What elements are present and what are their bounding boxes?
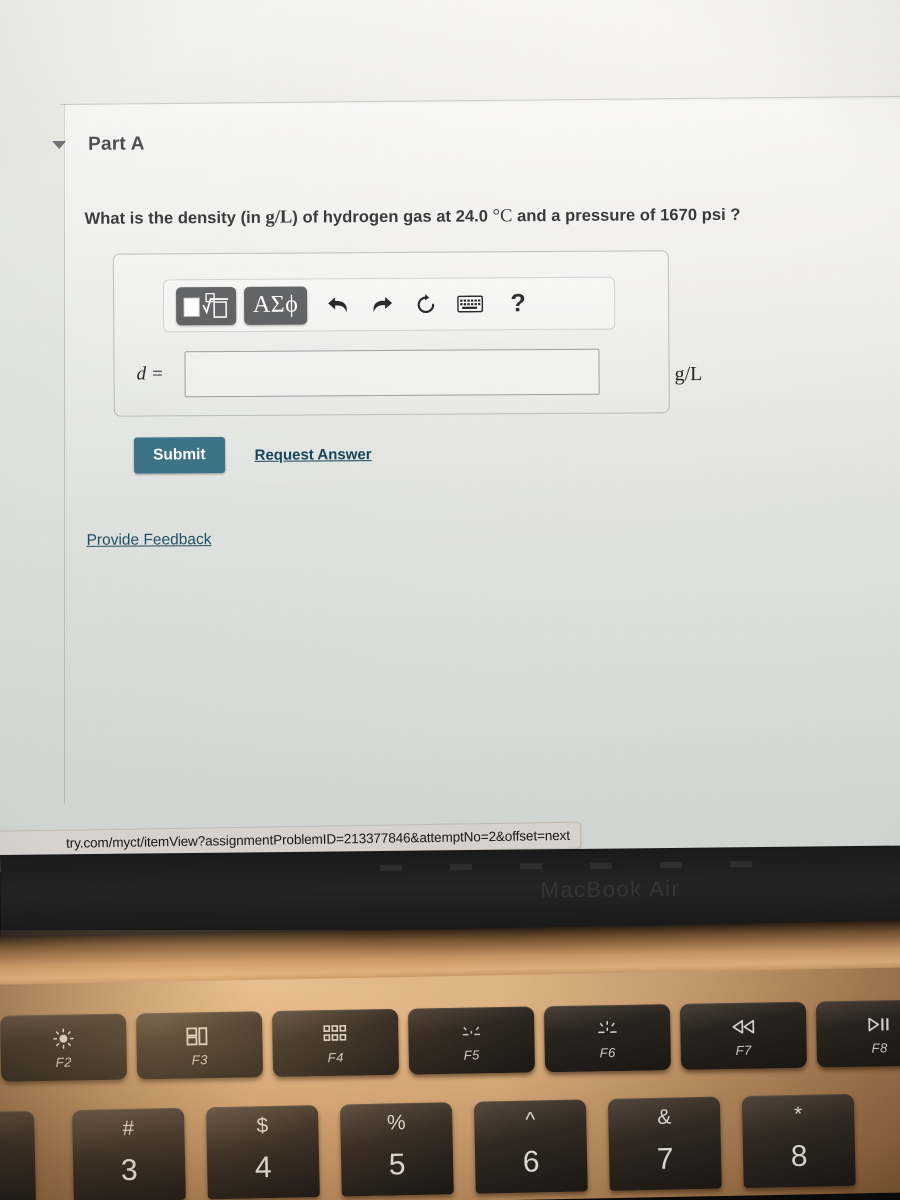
key-symbol: & <box>657 1105 672 1129</box>
key-6[interactable]: ^ 6 <box>473 1099 588 1194</box>
answer-input-row: d = <box>136 347 651 398</box>
question-text-mid: ) of hydrogen gas at 24.0 <box>292 207 493 227</box>
action-row: Submit Request Answer <box>133 436 372 474</box>
key-symbol: % <box>386 1111 406 1135</box>
answer-panel: ΑΣϕ ? d = g/L <box>112 250 702 417</box>
number-key-row: @ 2 # 3 $ 4 % 5 ^ 6 & 7 * 8 <box>0 1092 900 1200</box>
key-label: F2 <box>55 1054 73 1070</box>
laptop-screen: Part A What is the density (in g/L) of h… <box>0 0 900 872</box>
status-bar-url-text: try.com/myct/itemView?assignmentProblemI… <box>65 827 571 851</box>
question-unit-inline: g/L <box>265 207 293 228</box>
problem-content: Part A What is the density (in g/L) of h… <box>0 0 900 810</box>
help-button[interactable]: ? <box>505 289 531 317</box>
key-8[interactable]: * 8 <box>741 1093 856 1189</box>
variable-label: d = <box>136 363 164 385</box>
request-answer-link[interactable]: Request Answer <box>255 446 372 464</box>
page-title: Part A <box>88 133 145 155</box>
undo-arrow-icon[interactable] <box>325 292 351 318</box>
key-number: 8 <box>790 1139 808 1174</box>
key-symbol: $ <box>256 1114 269 1138</box>
key-2[interactable]: @ 2 <box>0 1110 36 1200</box>
macbook-air-label: MacBook Air <box>540 875 681 903</box>
key-f8[interactable]: F8 <box>815 999 900 1068</box>
key-5[interactable]: % 5 <box>339 1102 454 1197</box>
key-4[interactable]: $ 4 <box>205 1105 320 1200</box>
key-label: F5 <box>463 1047 480 1063</box>
key-number: 6 <box>522 1145 540 1179</box>
function-key-row: F2 F3 F4 F5 F6 F7 F8 <box>0 999 900 1104</box>
key-f2[interactable]: F2 <box>0 1013 128 1082</box>
key-f6[interactable]: F6 <box>543 1004 672 1073</box>
key-label: F6 <box>599 1045 616 1061</box>
key-label: F4 <box>327 1049 344 1066</box>
greek-symbols-button[interactable]: ΑΣϕ <box>244 285 308 325</box>
math-toolbar: ΑΣϕ ? <box>162 276 616 333</box>
bezel-reflection <box>380 860 801 872</box>
key-3[interactable]: # 3 <box>71 1107 186 1200</box>
math-template-button[interactable] <box>176 286 237 325</box>
key-number: 4 <box>254 1150 272 1185</box>
key-label: F7 <box>735 1042 752 1058</box>
keyboard-icon[interactable] <box>457 291 484 317</box>
answer-unit-label: g/L <box>674 363 703 386</box>
screenshot-root: Part A What is the density (in g/L) of h… <box>0 0 900 1200</box>
play-pause-icon <box>866 1011 892 1037</box>
answer-input[interactable] <box>184 348 600 398</box>
key-number: 5 <box>388 1148 406 1182</box>
key-symbol: * <box>793 1102 803 1127</box>
triangle-down-icon[interactable] <box>52 140 67 150</box>
key-f5[interactable]: F5 <box>407 1006 536 1075</box>
key-symbol: ^ <box>525 1108 536 1132</box>
question-text: What is the density (in g/L) of hydrogen… <box>85 204 875 230</box>
key-7[interactable]: & 7 <box>607 1096 722 1191</box>
key-f3[interactable]: F3 <box>135 1011 264 1080</box>
question-degree-celsius: °C <box>492 206 513 227</box>
question-text-after: and a pressure of 1670 psi ? <box>512 205 741 226</box>
launchpad-grid-icon <box>323 1021 347 1047</box>
radical-template-icon <box>183 292 229 318</box>
reset-circular-arrow-icon[interactable] <box>413 291 439 317</box>
submit-button[interactable]: Submit <box>133 437 225 474</box>
key-f7[interactable]: F7 <box>679 1001 808 1070</box>
key-number: 3 <box>120 1153 138 1188</box>
key-f4[interactable]: F4 <box>271 1008 400 1078</box>
key-symbol: # <box>122 1116 135 1141</box>
provide-feedback-link[interactable]: Provide Feedback <box>87 531 212 550</box>
part-a-header[interactable]: Part A <box>52 133 145 156</box>
brightness-up-icon <box>52 1025 74 1051</box>
mission-control-icon <box>186 1023 212 1049</box>
key-label: F8 <box>871 1040 888 1056</box>
key-label: F3 <box>191 1052 209 1068</box>
rewind-icon <box>730 1014 756 1040</box>
question-text-before: What is the density (in <box>84 208 266 228</box>
keyboard-backlight-down-icon <box>458 1018 484 1044</box>
keyboard-backlight-up-icon <box>594 1016 620 1042</box>
redo-arrow-icon[interactable] <box>369 291 395 317</box>
key-number: 7 <box>656 1142 674 1176</box>
